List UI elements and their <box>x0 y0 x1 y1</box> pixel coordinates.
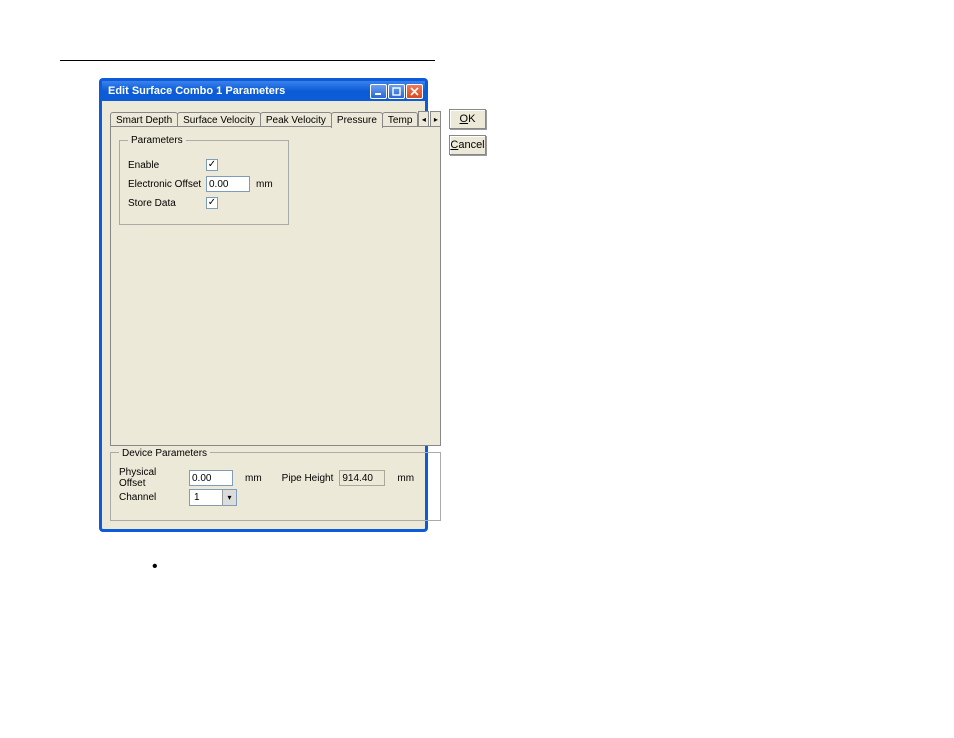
electronic-offset-unit: mm <box>256 179 273 190</box>
enable-checkbox[interactable]: ✓ <box>206 159 218 171</box>
tab-scroll-right[interactable]: ▸ <box>430 111 441 127</box>
device-parameters-group: Device Parameters Physical Offset mm Pip… <box>110 452 441 521</box>
window-title: Edit Surface Combo 1 Parameters <box>108 85 370 97</box>
parameters-legend: Parameters <box>128 135 186 146</box>
bullet-dot: • <box>152 559 166 575</box>
channel-value: 1 <box>194 492 200 503</box>
tab-peak-velocity[interactable]: Peak Velocity <box>260 112 332 127</box>
store-data-checkbox[interactable]: ✓ <box>206 197 218 209</box>
minimize-button[interactable] <box>370 84 387 99</box>
parameters-group: Parameters Enable ✓ Electronic Offset mm <box>119 135 289 225</box>
physical-offset-label: Physical Offset <box>119 467 183 489</box>
pipe-height-label: Pipe Height <box>282 473 334 484</box>
tab-panel-pressure: Parameters Enable ✓ Electronic Offset mm <box>110 126 441 446</box>
tab-pressure[interactable]: Pressure <box>331 112 383 128</box>
cancel-button[interactable]: Cancel <box>449 135 485 155</box>
tab-temp[interactable]: Temp <box>382 112 418 127</box>
close-button[interactable] <box>406 84 423 99</box>
bullet-paragraph: • <box>152 559 894 575</box>
tab-smart-depth[interactable]: Smart Depth <box>110 112 178 127</box>
ok-button[interactable]: OK <box>449 109 485 129</box>
electronic-offset-input[interactable] <box>206 176 250 192</box>
store-data-label: Store Data <box>128 198 206 209</box>
titlebar[interactable]: Edit Surface Combo 1 Parameters <box>102 81 425 101</box>
enable-label: Enable <box>128 160 206 171</box>
tabs-row: Smart Depth Surface Velocity Peak Veloci… <box>110 109 441 127</box>
chevron-down-icon: ▾ <box>222 490 236 505</box>
electronic-offset-label: Electronic Offset <box>128 179 206 190</box>
tab-surface-velocity[interactable]: Surface Velocity <box>177 112 261 127</box>
pipe-height-readonly <box>339 470 385 486</box>
pipe-height-unit: mm <box>397 473 414 484</box>
channel-label: Channel <box>119 492 183 503</box>
channel-select[interactable]: 1 ▾ <box>189 489 237 506</box>
maximize-button[interactable] <box>388 84 405 99</box>
physical-offset-input[interactable] <box>189 470 233 486</box>
top-rule <box>60 60 435 61</box>
physical-offset-unit: mm <box>245 473 262 484</box>
dialog-window: Edit Surface Combo 1 Parameters <box>100 79 427 531</box>
device-parameters-legend: Device Parameters <box>119 448 210 459</box>
tab-scroll-left[interactable]: ◂ <box>418 111 429 127</box>
